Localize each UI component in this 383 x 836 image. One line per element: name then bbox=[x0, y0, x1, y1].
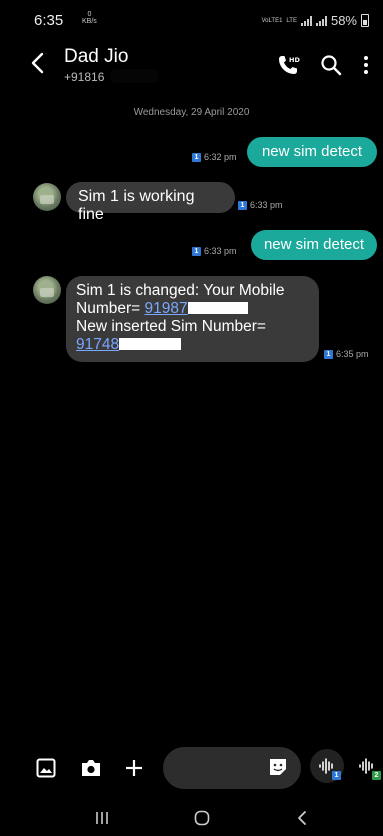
sim1-badge-icon: 1 bbox=[332, 771, 341, 780]
incoming-message-bubble[interactable]: Sim 1 is changed: Your Mobile Number= 91… bbox=[66, 276, 319, 362]
system-nav-bar bbox=[0, 798, 383, 836]
status-bar: 6:35 0 KB/s VoLTE1 LTE 58% bbox=[0, 0, 383, 40]
contact-number: +91816 bbox=[64, 70, 105, 84]
message-time: 1 6:32 pm bbox=[192, 152, 237, 162]
status-icons: VoLTE1 LTE 58% bbox=[261, 13, 369, 28]
sticker-icon[interactable] bbox=[268, 757, 288, 777]
network-speed-unit: KB/s bbox=[82, 18, 97, 25]
search-icon[interactable] bbox=[320, 54, 342, 76]
voice-send-sim1-button[interactable]: 1 bbox=[310, 749, 344, 783]
home-icon[interactable] bbox=[194, 810, 210, 826]
conversation-header: Dad Jio +91816 HD bbox=[0, 40, 383, 92]
incoming-message-bubble[interactable]: Sim 1 is working fine bbox=[66, 182, 235, 223]
voice-send-sim2-button[interactable]: 2 bbox=[356, 749, 382, 783]
volte-indicator: VoLTE1 bbox=[261, 17, 283, 24]
signal-sim1-icon bbox=[300, 15, 312, 26]
number-redaction bbox=[119, 338, 182, 350]
gallery-icon[interactable] bbox=[36, 758, 56, 778]
network-speed-value: 0 bbox=[87, 11, 92, 18]
sim1-badge-icon: 1 bbox=[192, 246, 201, 256]
message-composer: 1 2 bbox=[0, 740, 383, 798]
signal-sim2-icon bbox=[315, 15, 327, 26]
battery-icon bbox=[361, 14, 369, 27]
phone-number-link[interactable]: 91748 bbox=[76, 336, 119, 353]
contact-avatar[interactable] bbox=[33, 183, 61, 211]
message-time: 1 6:35 pm bbox=[324, 349, 369, 359]
lte-indicator: LTE bbox=[286, 17, 297, 24]
svg-text:HD: HD bbox=[289, 56, 300, 64]
nav-back-icon[interactable] bbox=[296, 810, 308, 826]
recents-icon[interactable] bbox=[94, 810, 110, 826]
date-separator: Wednesday, 29 April 2020 bbox=[133, 107, 250, 118]
battery-percent: 58% bbox=[330, 13, 357, 28]
sim2-badge-icon: 2 bbox=[372, 771, 381, 780]
sim1-badge-icon: 1 bbox=[192, 152, 201, 162]
sim1-badge-icon: 1 bbox=[324, 349, 333, 359]
sim1-badge-icon: 1 bbox=[238, 200, 247, 210]
plus-icon[interactable] bbox=[124, 758, 144, 778]
camera-icon[interactable] bbox=[80, 758, 102, 778]
number-redaction bbox=[110, 69, 158, 83]
status-time: 6:35 bbox=[34, 12, 64, 29]
back-arrow-icon[interactable] bbox=[30, 52, 44, 78]
network-speed: 0 KB/s bbox=[82, 11, 97, 25]
outgoing-message-bubble[interactable]: new sim detect bbox=[247, 137, 377, 167]
more-vert-icon[interactable] bbox=[363, 54, 369, 76]
message-time: 1 6:33 pm bbox=[238, 200, 283, 210]
contact-name[interactable]: Dad Jio bbox=[64, 46, 128, 68]
phone-number-link[interactable]: 91987 bbox=[145, 300, 188, 317]
number-redaction bbox=[187, 302, 248, 314]
message-time: 1 6:33 pm bbox=[192, 246, 237, 256]
outgoing-message-bubble[interactable]: new sim detect bbox=[251, 230, 377, 260]
hd-call-icon[interactable]: HD bbox=[276, 53, 300, 77]
contact-avatar[interactable] bbox=[33, 276, 61, 304]
